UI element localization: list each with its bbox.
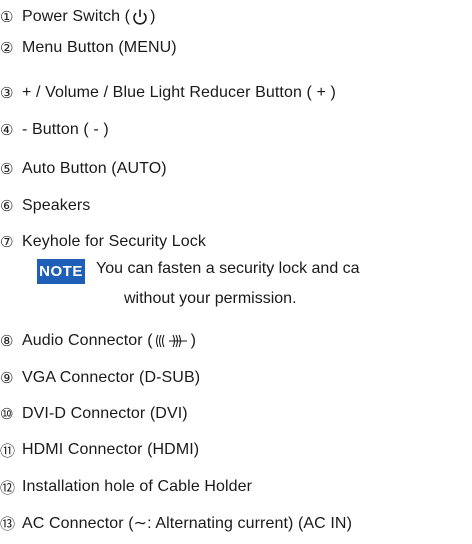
item-label-end: )	[190, 332, 197, 349]
list-item-menu-button: ② Menu Button (MENU)	[0, 34, 177, 62]
item-label: Keyhole for Security Lock	[22, 233, 206, 250]
list-item-power-switch: ① Power Switch ( )	[0, 3, 156, 31]
item-label: AC Connector (∼: Alternating current) (A…	[22, 515, 353, 532]
list-item-vga-connector: ⑨ VGA Connector (D-SUB)	[0, 364, 200, 392]
note-badge: NOTE	[37, 259, 85, 284]
list-item-ac-connector: ⑬ AC Connector (∼: Alternating current) …	[0, 509, 352, 537]
item-number: ⑨	[0, 369, 14, 387]
item-label-end: )	[150, 8, 156, 25]
list-item-minus-button: ④ - Button ( - )	[0, 116, 109, 144]
item-label: Installation hole of Cable Holder	[22, 478, 253, 495]
note-text-line-1: You can fasten a security lock and ca	[96, 260, 360, 277]
item-number: ⑫	[0, 478, 16, 497]
item-number: ⑪	[0, 441, 16, 460]
item-label: Audio Connector (	[22, 332, 153, 349]
list-item-speakers: ⑥ Speakers	[0, 192, 90, 220]
list-item-audio-connector: ⑧ Audio Connector ( )	[0, 327, 196, 355]
list-item-auto-button: ⑤ Auto Button (AUTO)	[0, 155, 167, 183]
item-label: - Button ( - )	[22, 121, 109, 138]
item-number: ⑬	[0, 514, 16, 533]
item-label: VGA Connector (D-SUB)	[22, 369, 201, 386]
item-label: DVI-D Connector (DVI)	[22, 405, 188, 422]
item-number: ⑦	[0, 233, 14, 251]
item-number: ③	[0, 84, 14, 102]
item-label: + / Volume / Blue Light Reducer Button (…	[22, 84, 336, 101]
item-number: ②	[0, 39, 14, 57]
note-text-line-2: without your permission.	[124, 290, 297, 307]
item-label: Speakers	[22, 197, 91, 214]
audio-icon	[153, 333, 191, 349]
item-label: Power Switch (	[22, 8, 131, 25]
item-label: Menu Button (MENU)	[22, 39, 177, 56]
item-number: ①	[0, 8, 14, 26]
list-item-cable-holder: ⑫ Installation hole of Cable Holder	[0, 473, 252, 501]
list-item-keyhole: ⑦ Keyhole for Security Lock	[0, 228, 206, 256]
item-number: ⑧	[0, 332, 14, 350]
item-number: ⑤	[0, 160, 14, 178]
list-item-hdmi-connector: ⑪ HDMI Connector (HDMI)	[0, 436, 199, 464]
power-icon	[130, 8, 150, 26]
item-label: Auto Button (AUTO)	[22, 160, 167, 177]
list-item-volume-button: ③ + / Volume / Blue Light Reducer Button…	[0, 79, 336, 107]
item-label: HDMI Connector (HDMI)	[22, 441, 200, 458]
item-number: ⑩	[0, 405, 14, 423]
item-number: ⑥	[0, 197, 14, 215]
item-number: ④	[0, 121, 14, 139]
list-item-dvi-connector: ⑩ DVI-D Connector (DVI)	[0, 400, 188, 428]
